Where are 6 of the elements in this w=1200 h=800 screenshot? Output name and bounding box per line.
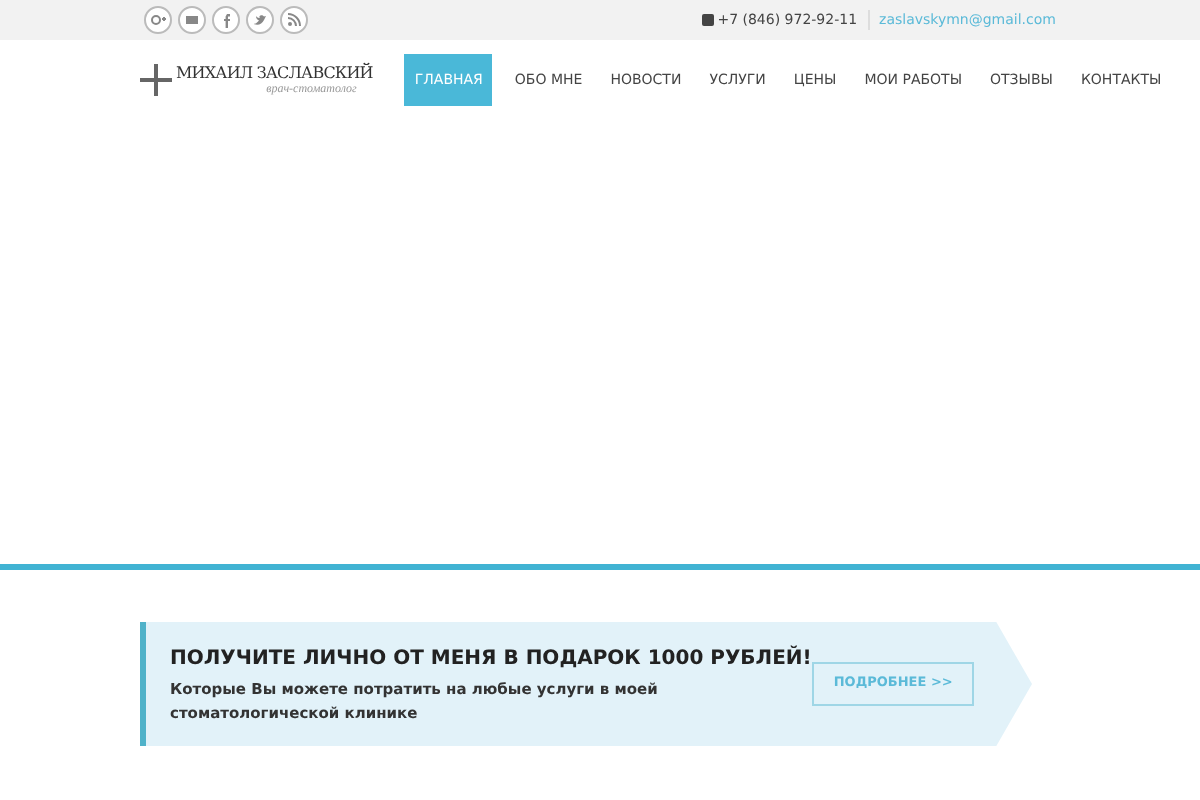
twitter-icon[interactable] [246,6,274,34]
facebook-icon[interactable] [212,6,240,34]
cross-icon [140,64,172,96]
promo-title: ПОЛУЧИТЕ ЛИЧНО ОТ МЕНЯ В ПОДАРОК 1000 РУБЛЕЙ! [170,643,812,673]
logo-name: МИХАИЛ ЗАСЛАВСКИЙ [176,65,373,81]
rss-icon[interactable] [280,6,308,34]
